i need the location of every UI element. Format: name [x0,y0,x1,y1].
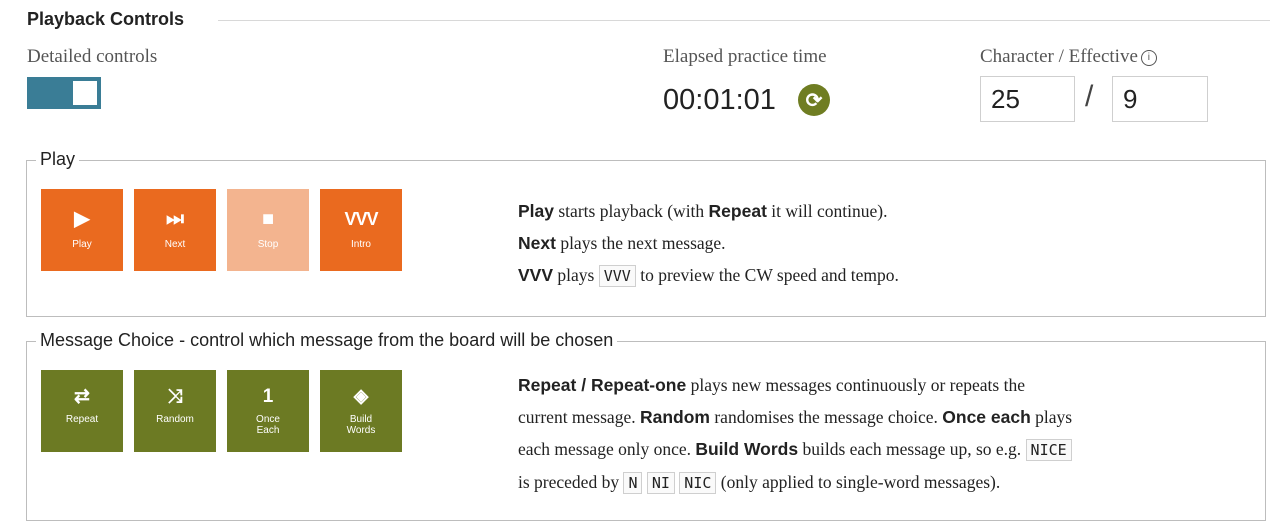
toggle-knob [73,81,97,105]
next-button[interactable]: ⏭ Next [134,189,216,271]
layers-icon: ◈ [353,386,369,407]
msg-desc-line-3: each message only once. Build Words buil… [518,433,1072,466]
speed-separator: / [1085,80,1094,113]
repeat-button[interactable]: ⇄ Repeat [41,370,123,452]
once-each-button[interactable]: 1 Once Each [227,370,309,452]
msg-desc-line-2: current message. Random randomises the m… [518,407,1073,427]
header-divider [218,20,1270,21]
stop-icon: ■ [261,208,275,230]
once-each-button-label: Once Each [256,414,280,436]
random-button-label: Random [156,414,194,425]
intro-button[interactable]: VVV Intro [320,189,402,271]
repeat-button-label: Repeat [65,414,99,425]
code-nic: NIC [679,472,717,494]
speed-label-group: Character / Effective i [980,46,1157,68]
play-description: Play starts playback (with Repeat it wil… [518,195,899,292]
play-desc-line-2: Next plays the next message. [518,233,726,253]
info-icon[interactable]: i [1140,49,1157,66]
msg-desc-line-1: Repeat / Repeat-one plays new messages c… [518,375,1025,395]
vvv-icon: VVV [344,209,378,229]
skip-forward-icon: ⏭ [166,208,184,230]
effective-speed-input[interactable]: 9 [1112,76,1208,122]
playback-controls-title: Playback Controls [27,9,185,29]
message-choice-description: Repeat / Repeat-one plays new messages c… [518,369,1072,499]
shuffle-icon: ⤨ [167,386,183,407]
build-words-button[interactable]: ◈ Build Words [320,370,402,452]
random-button[interactable]: ⤨ Random [134,370,216,452]
build-words-button-label: Build Words [346,414,376,436]
stop-button-label: Stop [257,239,279,250]
repeat-icon: ⇄ [74,386,90,407]
code-nice: NICE [1025,439,1072,461]
code-vvv: VVV [598,265,636,287]
play-desc-line-1: Play starts playback (with Repeat it wil… [518,201,888,221]
detailed-controls-label: Detailed controls [27,46,158,67]
msg-desc-line-4: is preceded by N NI NIC (only applied to… [518,472,1001,494]
elapsed-time-value: 00:01:01 [663,84,776,116]
elapsed-time-label: Elapsed practice time [663,46,827,67]
play-button-label: Play [72,239,92,250]
play-button[interactable]: ▶ Play [41,189,123,271]
play-desc-line-3: VVV plays VVV to preview the CW speed an… [518,265,899,287]
intro-button-label: Intro [350,239,371,250]
code-n: N [623,472,643,494]
play-legend: Play [36,149,80,170]
message-choice-legend: Message Choice - control which message f… [36,330,618,351]
play-icon: ▶ [74,208,90,230]
one-icon: 1 [262,386,274,407]
next-button-label: Next [164,239,186,250]
speed-label: Character / Effective [980,46,1138,67]
code-ni: NI [646,472,675,494]
character-speed-input[interactable]: 25 [980,76,1075,122]
stop-button[interactable]: ■ Stop [227,189,309,271]
detailed-controls-toggle[interactable] [27,77,101,109]
refresh-icon[interactable]: ⟳ [798,84,830,116]
